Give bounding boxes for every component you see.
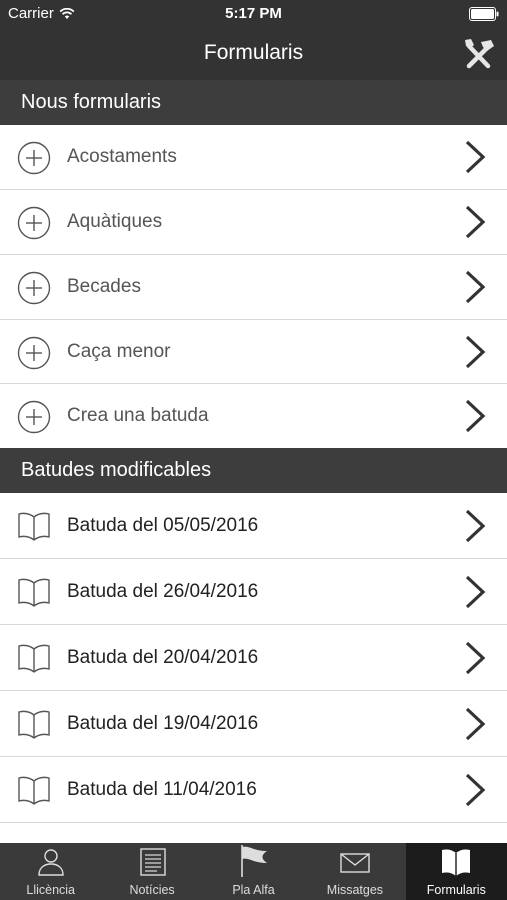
list-item-label: Aquàtiques bbox=[67, 211, 163, 232]
page-title: Formularis bbox=[203, 41, 304, 64]
add-circle-icon bbox=[17, 400, 51, 434]
chevron-right-icon bbox=[465, 399, 486, 433]
book-icon bbox=[442, 849, 471, 876]
newspaper-icon bbox=[140, 848, 166, 876]
tab-label: Notícies bbox=[129, 883, 175, 897]
list-item[interactable]: Batuda del 26/04/2016 bbox=[0, 559, 507, 625]
list-item[interactable]: Batuda del 05/05/2016 bbox=[0, 493, 507, 559]
list-item-label: Batuda del 19/04/2016 bbox=[67, 713, 259, 734]
tab-noticies[interactable]: Notícies bbox=[101, 843, 202, 900]
section-header-editable: Batudes modificables bbox=[0, 448, 507, 493]
list-item[interactable]: Batuda del 19/04/2016 bbox=[0, 691, 507, 757]
flag-icon bbox=[240, 845, 267, 877]
list-item-label: Batuda del 20/04/2016 bbox=[67, 647, 259, 668]
list-item-label: Batuda del 26/04/2016 bbox=[67, 581, 259, 602]
tab-bar: Llicència Notícies Pla Alfa Missatges Fo… bbox=[0, 843, 507, 900]
book-icon bbox=[18, 578, 50, 607]
chevron-right-icon bbox=[465, 509, 486, 543]
tab-label: Missatges bbox=[326, 883, 384, 897]
new-forms-list: Acostaments Aquàtiques Becades Caça meno… bbox=[0, 125, 507, 448]
envelope-icon bbox=[340, 853, 370, 873]
chevron-right-icon bbox=[465, 140, 486, 174]
tab-pla-alfa[interactable]: Pla Alfa bbox=[203, 843, 304, 900]
status-bar: Carrier 5:17 PM bbox=[0, 0, 507, 28]
add-circle-icon bbox=[17, 141, 51, 175]
list-item-label: Caça menor bbox=[67, 341, 171, 362]
list-item[interactable]: Becades bbox=[0, 255, 507, 320]
clock: 5:17 PM bbox=[225, 5, 282, 22]
chevron-right-icon bbox=[465, 270, 486, 304]
battery-icon bbox=[469, 7, 499, 21]
list-item-label: Crea una batuda bbox=[67, 405, 209, 426]
add-circle-icon bbox=[17, 271, 51, 305]
tab-label: Llicència bbox=[26, 883, 76, 897]
list-item-label: Becades bbox=[67, 276, 141, 297]
book-icon bbox=[18, 512, 50, 541]
editable-list: Batuda del 05/05/2016 Batuda del 26/04/2… bbox=[0, 493, 507, 823]
list-item[interactable]: Batuda del 11/04/2016 bbox=[0, 757, 507, 823]
add-circle-icon bbox=[17, 336, 51, 370]
section-header-new-forms: Nous formularis bbox=[0, 80, 507, 125]
tab-missatges[interactable]: Missatges bbox=[304, 843, 405, 900]
chevron-right-icon bbox=[465, 707, 486, 741]
person-icon bbox=[38, 849, 64, 876]
chevron-right-icon bbox=[465, 205, 486, 239]
tools-icon[interactable] bbox=[461, 36, 497, 72]
chevron-right-icon bbox=[465, 641, 486, 675]
tab-label: Pla Alfa bbox=[232, 883, 275, 897]
list-item[interactable]: Crea una batuda bbox=[0, 384, 507, 448]
list-item-label: Acostaments bbox=[67, 146, 177, 167]
add-circle-icon bbox=[17, 206, 51, 240]
list-item[interactable]: Caça menor bbox=[0, 320, 507, 384]
chevron-right-icon bbox=[465, 335, 486, 369]
list-item[interactable]: Aquàtiques bbox=[0, 190, 507, 255]
tab-formularis[interactable]: Formularis bbox=[405, 843, 507, 900]
book-icon bbox=[18, 710, 50, 739]
chevron-right-icon bbox=[465, 773, 486, 807]
chevron-right-icon bbox=[465, 575, 486, 609]
list-item-label: Batuda del 11/04/2016 bbox=[67, 779, 257, 800]
book-icon bbox=[18, 776, 50, 805]
tab-label: Formularis bbox=[426, 883, 486, 897]
tab-llicencia[interactable]: Llicència bbox=[0, 843, 101, 900]
nav-bar: Formularis bbox=[0, 28, 507, 80]
list-item-label: Batuda del 05/05/2016 bbox=[67, 515, 259, 536]
book-icon bbox=[18, 644, 50, 673]
list-item[interactable]: Acostaments bbox=[0, 125, 507, 190]
list-item[interactable]: Batuda del 20/04/2016 bbox=[0, 625, 507, 691]
